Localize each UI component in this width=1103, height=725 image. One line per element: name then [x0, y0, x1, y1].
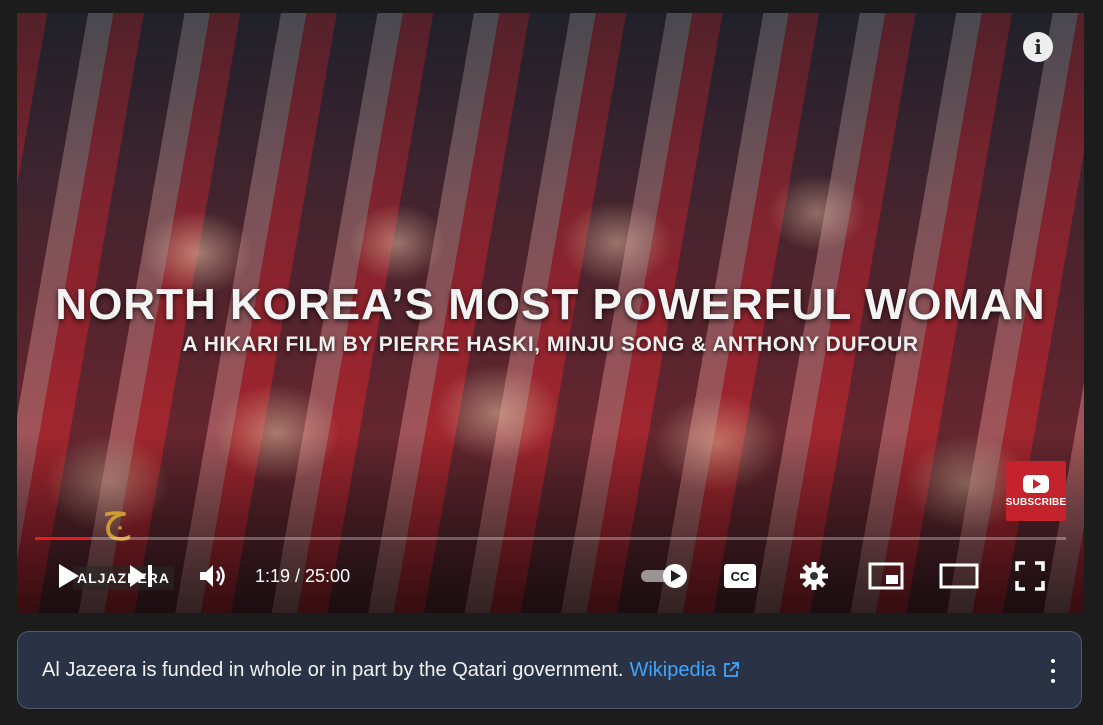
next-button[interactable] — [125, 551, 157, 601]
settings-button[interactable] — [794, 551, 834, 601]
fullscreen-icon — [1015, 561, 1045, 591]
player-controls: 1:19 / 25:00 CC — [17, 551, 1084, 601]
video-title-overlay: NORTH KOREA’S MOST POWERFUL WOMAN — [55, 280, 1046, 329]
wikipedia-link[interactable]: Wikipedia — [629, 659, 716, 682]
funding-notice-text: Al Jazeera is funded in whole or in part… — [42, 658, 624, 681]
progress-bar[interactable] — [35, 537, 1066, 540]
settings-gear-icon — [800, 562, 828, 590]
external-link-icon[interactable] — [722, 661, 740, 679]
youtube-logo-icon — [1023, 474, 1049, 493]
volume-icon — [200, 565, 225, 587]
svg-text:CC: CC — [731, 569, 750, 584]
autoplay-toggle[interactable] — [637, 551, 693, 601]
play-button[interactable] — [53, 551, 85, 601]
more-dot-icon — [1051, 679, 1055, 683]
more-dot-icon — [1051, 659, 1055, 663]
more-dot-icon — [1051, 669, 1055, 673]
fullscreen-button[interactable] — [1010, 551, 1050, 601]
video-player[interactable]: NORTH KOREA’S MOST POWERFUL WOMAN A HIKA… — [17, 13, 1084, 613]
subscribe-button[interactable]: SUBSCRIBE — [1006, 461, 1066, 521]
miniplayer-button[interactable] — [866, 551, 906, 601]
cc-icon: CC — [724, 564, 756, 588]
time-display: 1:19 / 25:00 — [255, 565, 351, 586]
more-options-button[interactable] — [1049, 659, 1057, 683]
info-button[interactable]: i — [1023, 32, 1053, 62]
autoplay-icon — [641, 564, 687, 588]
progress-fill — [35, 537, 90, 540]
captions-button[interactable]: CC — [720, 551, 760, 601]
volume-button[interactable] — [195, 551, 231, 601]
theater-mode-icon — [939, 563, 979, 589]
miniplayer-icon — [868, 562, 904, 590]
theater-mode-button[interactable] — [937, 551, 981, 601]
play-icon — [59, 564, 79, 588]
video-credits-overlay: A HIKARI FILM BY PIERRE HASKI, MINJU SON… — [182, 333, 919, 356]
next-icon — [130, 565, 152, 587]
funding-notice-panel: Al Jazeera is funded in whole or in part… — [17, 631, 1082, 709]
subscribe-label: SUBSCRIBE — [1005, 496, 1067, 508]
